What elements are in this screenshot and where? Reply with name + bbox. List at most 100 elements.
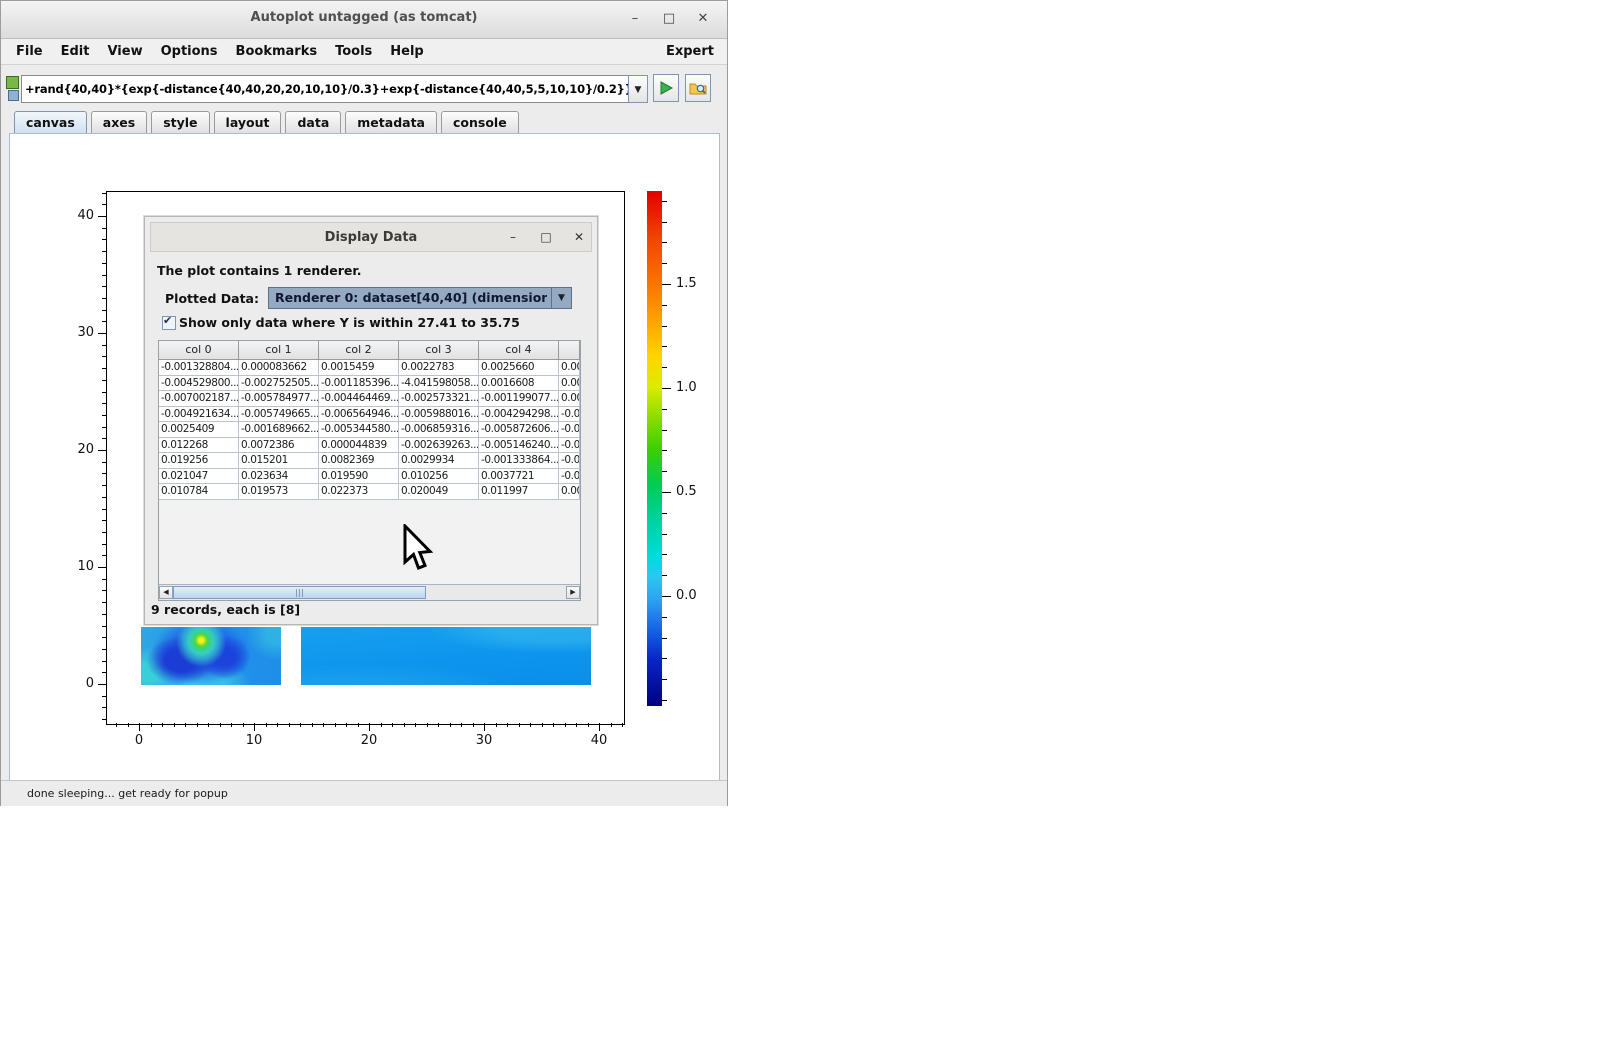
colorbar-tick-label: 0.0 <box>676 588 697 603</box>
tab-data[interactable]: data <box>285 111 341 133</box>
table-row[interactable]: -0.004529800...-0.002752505...-0.0011853… <box>159 376 580 392</box>
table-header-cell[interactable]: col 2 <box>319 341 399 359</box>
table-header-cell[interactable]: col 1 <box>239 341 319 359</box>
table-cell: -0.007002187... <box>159 391 239 407</box>
scrollbar-thumb[interactable] <box>173 586 426 599</box>
y-axis-minor-tick <box>102 321 106 322</box>
y-axis-minor-tick <box>102 497 106 498</box>
y-axis-minor-tick <box>102 286 106 287</box>
table-cell: 0.019256 <box>159 453 239 469</box>
dialog-maximize-icon[interactable]: □ <box>536 227 556 247</box>
menu-item-view[interactable]: View <box>98 44 151 59</box>
table-header-cell[interactable]: col 3 <box>399 341 479 359</box>
x-axis-minor-tick <box>473 723 474 727</box>
table-row[interactable]: 0.0210470.0236340.0195900.0102560.003772… <box>159 469 580 485</box>
x-axis-minor-tick <box>312 723 313 727</box>
x-axis-minor-tick <box>289 723 290 727</box>
colorbar-minor-tick <box>662 430 667 431</box>
tab-style[interactable]: style <box>151 111 209 133</box>
uri-input[interactable]: +rand{40,40}*{exp{-distance{40,40,20,20,… <box>21 75 634 103</box>
table-cell: 0.0016608 <box>479 376 559 392</box>
menu-item-edit[interactable]: Edit <box>52 44 99 59</box>
uri-dropdown-button[interactable]: ▼ <box>628 75 648 103</box>
table-row[interactable]: 0.0122680.00723860.000044839-0.002639263… <box>159 438 580 454</box>
horizontal-scrollbar[interactable]: ◀ ▶ <box>159 584 580 600</box>
colorbar-minor-tick <box>662 450 667 451</box>
table-row[interactable]: 0.0107840.0195730.0223730.0200490.011997… <box>159 484 580 500</box>
plot-canvas[interactable]: Display Data – □ ✕ The plot contains 1 r… <box>9 133 720 781</box>
menu-item-help[interactable]: Help <box>381 44 432 59</box>
colorbar-minor-tick <box>662 326 667 327</box>
colorbar-minor-tick <box>662 700 667 701</box>
x-axis-minor-tick <box>358 723 359 727</box>
menu-item-options[interactable]: Options <box>152 44 227 59</box>
y-axis-tick <box>98 567 106 568</box>
tab-axes[interactable]: axes <box>91 111 147 133</box>
table-row[interactable]: 0.0192560.0152010.00823690.0029934-0.001… <box>159 453 580 469</box>
menu-item-bookmarks[interactable]: Bookmarks <box>227 44 327 59</box>
x-axis-tick <box>599 723 600 731</box>
close-icon[interactable]: ✕ <box>692 8 714 30</box>
y-axis-minor-tick <box>102 614 106 615</box>
colorbar-minor-tick <box>662 617 667 618</box>
tab-metadata[interactable]: metadata <box>345 111 437 133</box>
window-titlebar[interactable]: Autoplot untagged (as tomcat) – □ ✕ <box>1 1 727 39</box>
menu-item-tools[interactable]: Tools <box>326 44 381 59</box>
table-cell: 0.020049 <box>399 484 479 500</box>
menu-item-expert[interactable]: Expert <box>666 44 714 59</box>
table-header: col 0col 1col 2col 3col 4 <box>159 341 580 360</box>
table-cell: 0.0025660 <box>479 360 559 376</box>
colorbar-minor-tick <box>662 263 667 264</box>
colorbar-tick <box>662 284 671 285</box>
minimize-icon[interactable]: – <box>624 8 646 30</box>
filter-checkbox[interactable]: ✔ <box>162 316 176 330</box>
y-axis-minor-tick <box>102 345 106 346</box>
x-axis-minor-tick <box>381 723 382 727</box>
table-row[interactable]: -0.004921634...-0.005749665...-0.0065649… <box>159 407 580 423</box>
y-axis-tick-label: 20 <box>46 442 94 457</box>
colorbar-minor-tick <box>662 471 667 472</box>
table-header-cell[interactable]: col 4 <box>479 341 559 359</box>
statusbar: done sleeping... get ready for popup <box>1 780 727 806</box>
x-axis-minor-tick <box>622 723 623 727</box>
y-axis-minor-tick <box>102 380 106 381</box>
dialog-minimize-icon[interactable]: – <box>503 227 523 247</box>
table-row[interactable]: 0.0025409-0.001689662...-0.005344580...-… <box>159 422 580 438</box>
table-header-cell[interactable]: col 0 <box>159 341 239 359</box>
x-axis-minor-tick <box>231 723 232 727</box>
x-axis-tick-label: 30 <box>464 733 504 748</box>
scroll-left-icon[interactable]: ◀ <box>159 586 173 599</box>
go-button[interactable] <box>653 74 679 102</box>
scroll-right-icon[interactable]: ▶ <box>566 586 580 599</box>
plotted-data-select[interactable]: Renderer 0: dataset[40,40] (dimension...… <box>268 287 572 309</box>
table-row[interactable]: -0.001328804...0.0000836620.00154590.002… <box>159 360 580 376</box>
table-cell: -0.005988016... <box>399 407 479 423</box>
y-axis-tick-label: 40 <box>46 208 94 223</box>
x-axis-minor-tick <box>208 723 209 727</box>
x-axis-minor-tick <box>346 723 347 727</box>
dialog-close-icon[interactable]: ✕ <box>569 227 589 247</box>
tab-console[interactable]: console <box>441 111 519 133</box>
table-row[interactable]: -0.007002187...-0.005784977...-0.0044644… <box>159 391 580 407</box>
dialog-titlebar[interactable]: Display Data – □ ✕ <box>150 222 592 252</box>
table-cell: 0.00 <box>559 376 580 392</box>
x-axis-minor-tick <box>576 723 577 727</box>
table-header-cell[interactable] <box>559 341 580 359</box>
maximize-icon[interactable]: □ <box>658 8 680 30</box>
colorbar-tick <box>662 596 671 597</box>
colorbar-tick-label: 1.0 <box>676 380 697 395</box>
colorbar-tick-label: 1.5 <box>676 276 697 291</box>
tab-layout[interactable]: layout <box>214 111 282 133</box>
menu-item-file[interactable]: File <box>7 44 52 59</box>
browse-button[interactable] <box>685 74 711 102</box>
y-axis-minor-tick <box>102 649 106 650</box>
y-axis-tick <box>98 450 106 451</box>
colorbar-minor-tick <box>662 346 667 347</box>
colorbar <box>647 191 662 706</box>
x-axis-minor-tick <box>530 723 531 727</box>
table-cell: -0.005784977... <box>239 391 319 407</box>
y-axis-minor-tick <box>102 263 106 264</box>
datasource-status-icon <box>6 76 19 89</box>
tab-canvas[interactable]: canvas <box>14 111 87 134</box>
x-axis-minor-tick <box>507 723 508 727</box>
